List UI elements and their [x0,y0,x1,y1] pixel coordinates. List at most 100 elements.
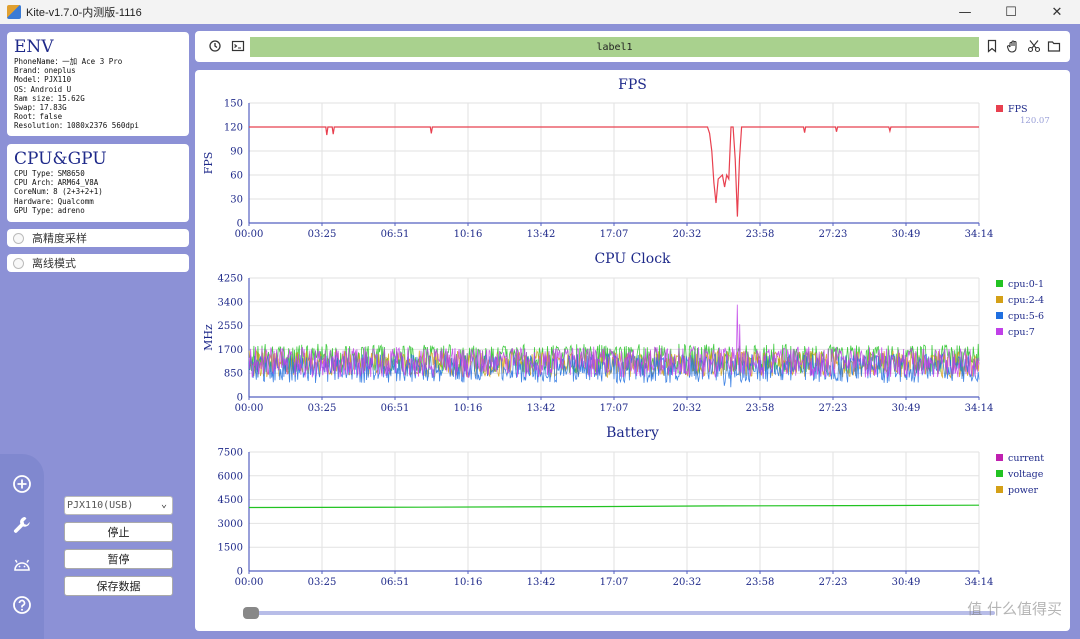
x-tick-label: 27:23 [819,403,848,414]
env-info: PhoneName：一加 Ace 3 Pro Brand：oneplus Model… [14,57,182,131]
time-slider-thumb[interactable] [243,607,259,619]
x-tick-label: 27:23 [819,229,848,240]
help-icon[interactable] [12,595,32,615]
y-tick-label: 0 [237,567,243,578]
legend-value: 120.07 [1020,116,1050,126]
time-slider-track[interactable] [243,611,995,615]
y-tick-label: 4250 [218,274,243,285]
legend-label: cpu:7 [1008,327,1035,338]
y-tick-label: 1500 [218,543,243,554]
env-title: ENV [14,37,54,57]
close-button[interactable]: ✕ [1034,0,1080,24]
x-tick-label: 00:00 [235,403,264,414]
y-axis-label: FPS [202,152,215,175]
x-tick-label: 03:25 [308,229,337,240]
offline-mode-toggle[interactable]: 离线模式 [7,254,189,272]
hand-icon[interactable] [1006,39,1020,53]
toolbar: label1 [195,31,1070,62]
x-tick-label: 34:14 [965,229,994,240]
x-tick-label: 17:07 [600,229,629,240]
y-tick-label: 7500 [218,448,243,459]
legend-swatch [996,105,1003,112]
x-tick-label: 20:32 [673,229,702,240]
cpugpu-line: GPU Type：adreno [14,205,85,215]
save-data-button[interactable]: 保存数据 [64,576,173,596]
high-precision-toggle[interactable]: 高精度采样 [7,229,189,247]
radio-icon [13,232,24,244]
folder-icon[interactable] [1047,39,1061,53]
stop-button[interactable]: 停止 [64,522,173,542]
legend-swatch [996,328,1003,335]
scissors-icon[interactable] [1027,39,1041,53]
label-bar: label1 [250,37,979,57]
maximize-button[interactable]: ☐ [988,0,1034,24]
refresh-icon[interactable] [208,39,222,53]
cpugpu-line: CPU Arch：ARM64_V8A [14,178,99,188]
y-tick-label: 3400 [218,297,243,308]
env-card: ENV PhoneName：一加 Ace 3 Pro Brand：oneplus M… [7,32,189,136]
x-tick-label: 03:25 [308,577,337,588]
x-tick-label: 23:58 [746,403,775,414]
app-logo-icon [7,5,21,19]
env-line: Ram size：15.62G [14,93,85,103]
y-tick-label: 60 [230,171,243,182]
x-tick-label: 03:25 [308,403,337,414]
terminal-icon[interactable] [231,39,245,53]
cpugpu-line: CoreNum：8 (2+3+2+1) [14,187,103,197]
x-tick-label: 30:49 [892,403,921,414]
x-tick-label: 34:14 [965,403,994,414]
cpugpu-title: CPU&GPU [14,149,107,169]
plus-circle-icon[interactable] [12,474,32,494]
x-tick-label: 06:51 [381,229,410,240]
y-tick-label: 90 [230,147,243,158]
x-tick-label: 17:07 [600,577,629,588]
env-line: PhoneName：一加 Ace 3 Pro [14,57,123,66]
charts-panel: FPS CPU Clock Battery 00:00 03:25 06:51 10:… [195,70,1070,631]
legend-label: current [1008,453,1044,464]
x-tick-label: 13:42 [527,403,556,414]
y-tick-label: 2550 [218,321,243,332]
env-line: Swap：17.83G [14,103,67,113]
y-tick-label: 150 [224,99,243,110]
x-tick-label: 30:49 [892,229,921,240]
chevron-down-icon: ⌄ [160,499,167,510]
x-tick-label: 23:58 [746,229,775,240]
x-tick-label: 00:00 [235,577,264,588]
env-line: Model：PJX110 [14,75,72,85]
device-select[interactable]: PJX110(USB) ⌄ [64,496,173,515]
env-line: Resolution：1080x2376 560dpi [14,121,139,131]
y-tick-label: 0 [237,219,243,230]
x-tick-label: 10:16 [454,403,483,414]
bookmark-icon[interactable] [985,39,999,53]
x-tick-label: 00:00 [235,229,264,240]
legend-label: FPS [1008,104,1028,115]
wrench-icon[interactable] [12,515,32,535]
x-tick-label: 10:16 [454,229,483,240]
sidebar: ENV PhoneName：一加 Ace 3 Pro Brand：oneplus M… [0,24,195,639]
x-tick-label: 06:51 [381,403,410,414]
legend-label: power [1008,485,1039,496]
watermark: 值 什么值得买 [967,600,1062,618]
y-tick-label: 850 [224,369,243,380]
y-tick-label: 4500 [218,495,243,506]
x-tick-label: 34:14 [965,577,994,588]
legend-swatch [996,296,1003,303]
legend-swatch [996,454,1003,461]
pause-button[interactable]: 暂停 [64,549,173,569]
device-select-value: PJX110(USB) [67,500,134,511]
y-axis-label: MHz [202,324,215,351]
cpugpu-card: CPU&GPU CPU Type：SM8650 CPU Arch：ARM64_V8… [7,144,189,222]
legend-label: cpu:2-4 [1008,295,1044,306]
legend-swatch [996,486,1003,493]
android-icon[interactable] [12,555,32,575]
high-precision-label: 高精度采样 [32,232,87,245]
x-tick-label: 27:23 [819,577,848,588]
env-line: Root：false [14,112,63,122]
x-tick-label: 20:32 [673,577,702,588]
x-tick-label: 10:16 [454,577,483,588]
y-tick-label: 6000 [218,471,243,482]
minimize-button[interactable]: — [942,0,988,24]
x-tick-label: 17:07 [600,403,629,414]
x-tick-label: 13:42 [527,577,556,588]
env-line: Brand：oneplus [14,66,76,76]
